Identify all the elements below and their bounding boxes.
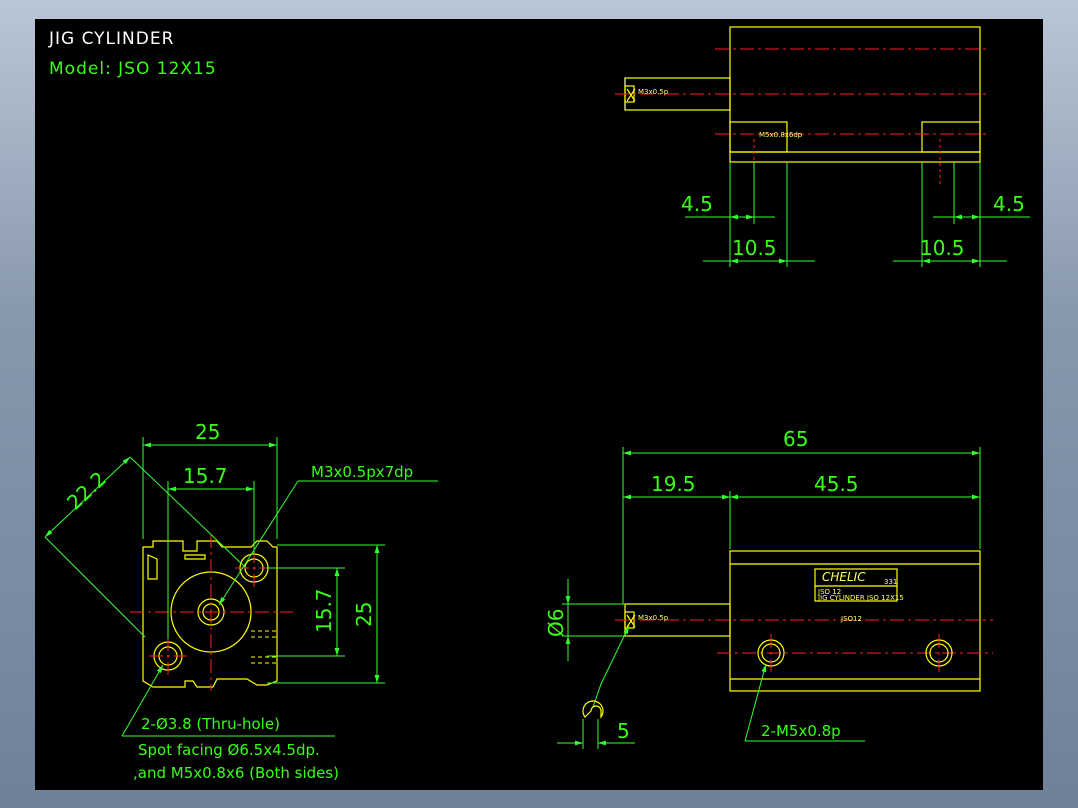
end-dim-diagonal: 22.2 — [62, 467, 111, 515]
end-note-line2: Spot facing Ø6.5x4.5dp. — [138, 741, 320, 759]
nameplate-line2: JIG CYLINDER JSO 12X15 — [817, 594, 904, 602]
side-dim-body: 45.5 — [814, 472, 859, 496]
side-view: M3x0.5p CHELIC 331 JSO 12 JIG CYLINDER J… — [544, 427, 993, 749]
side-dim-rod-flat: 5 — [617, 719, 630, 743]
top-rod-label: M3x0.5p — [638, 88, 669, 96]
end-note-line3: ,and M5x0.8x6 (Both sides) — [133, 764, 339, 782]
end-dim-inner-width: 15.7 — [183, 464, 228, 488]
nameplate-brand: CHELIC — [822, 570, 866, 584]
end-thread-callout: M3x0.5px7dp — [311, 463, 413, 481]
top-dim-left-small: 4.5 — [681, 192, 713, 216]
end-dim-width: 25 — [195, 420, 220, 444]
nameplate-model-mark: JSO12 — [840, 615, 862, 623]
side-dim-overall: 65 — [783, 427, 808, 451]
top-dim-right-large: 10.5 — [920, 236, 965, 260]
cad-viewport[interactable]: JIG CYLINDER Model: JSO 12X15 M3x0.5p M5… — [35, 19, 1043, 790]
top-dim-right-small: 4.5 — [993, 192, 1025, 216]
side-dim-rod-dia: Ø6 — [544, 609, 568, 637]
end-note-line1: 2-Ø3.8 (Thru-hole) — [141, 715, 280, 733]
top-dim-left-large: 10.5 — [732, 236, 777, 260]
rod-end-detail — [582, 700, 604, 719]
top-port-label: M5x0.8x6dp — [759, 131, 803, 139]
end-view: 25 15.7 22.2 15.7 25 M3x0.5px7dp 2-Ø3.8 … — [44, 420, 438, 782]
side-rod-label: M3x0.5p — [638, 614, 669, 622]
top-view: M3x0.5p M5x0.8x6dp 4.5 4.5 10.5 10.5 — [615, 26, 1030, 267]
end-dim-inner-height: 15.7 — [312, 588, 336, 633]
side-ports-callout: 2-M5x0.8p — [761, 722, 841, 740]
cad-drawing: M3x0.5p M5x0.8x6dp 4.5 4.5 10.5 10.5 25 … — [44, 26, 1030, 782]
side-dim-rod: 19.5 — [651, 472, 696, 496]
end-dim-height: 25 — [352, 602, 376, 627]
nameplate-code: 331 — [884, 578, 897, 586]
